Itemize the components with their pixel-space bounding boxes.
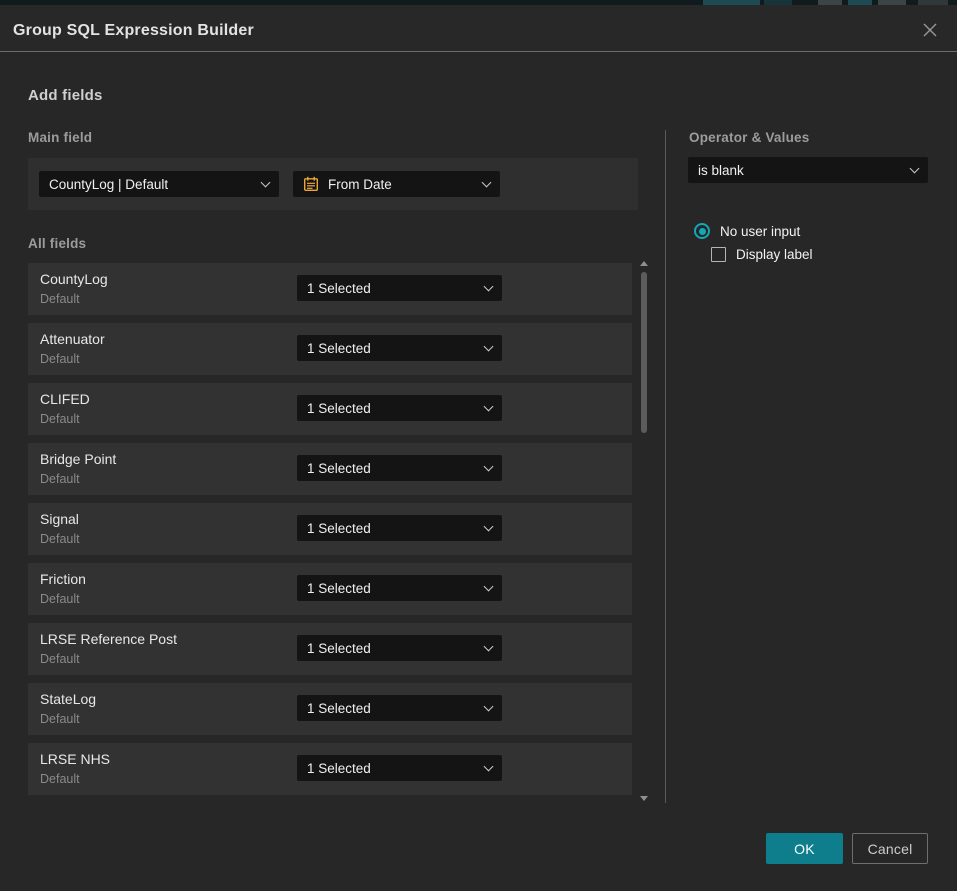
field-selected-dropdown[interactable]: 1 Selected	[297, 635, 502, 661]
field-selected-value: 1 Selected	[307, 281, 485, 296]
field-name: LRSE NHS	[40, 751, 110, 767]
field-selected-value: 1 Selected	[307, 641, 485, 656]
field-selected-dropdown[interactable]: 1 Selected	[297, 695, 502, 721]
field-selected-dropdown[interactable]: 1 Selected	[297, 515, 502, 541]
panel-divider	[665, 130, 666, 803]
close-button[interactable]	[919, 19, 941, 41]
dialog-titlebar: Group SQL Expression Builder	[0, 5, 957, 52]
field-subtitle: Default	[40, 472, 80, 486]
dialog-title: Group SQL Expression Builder	[13, 22, 254, 40]
scroll-up-icon[interactable]	[640, 261, 648, 266]
field-row: LRSE Reference Post Default 1 Selected	[28, 623, 632, 675]
main-field-label: Main field	[28, 130, 92, 145]
field-subtitle: Default	[40, 292, 80, 306]
chevron-down-icon	[484, 521, 494, 531]
field-row: LRSE NHS Default 1 Selected	[28, 743, 632, 795]
field-name: CountyLog	[40, 271, 108, 287]
chevron-down-icon	[484, 581, 494, 591]
field-row: CLIFED Default 1 Selected	[28, 383, 632, 435]
no-user-input-label: No user input	[720, 224, 800, 239]
scroll-down-icon[interactable]	[640, 796, 648, 801]
field-selected-value: 1 Selected	[307, 461, 485, 476]
field-name: Attenuator	[40, 331, 105, 347]
chevron-down-icon	[484, 281, 494, 291]
display-label-label: Display label	[736, 247, 813, 262]
field-row: Signal Default 1 Selected	[28, 503, 632, 555]
operator-value: is blank	[698, 163, 911, 178]
field-selected-value: 1 Selected	[307, 761, 485, 776]
field-row: CountyLog Default 1 Selected	[28, 263, 632, 315]
chevron-down-icon	[482, 177, 492, 187]
chevron-down-icon	[484, 761, 494, 771]
field-selected-dropdown[interactable]: 1 Selected	[297, 395, 502, 421]
all-fields-scrollbar[interactable]	[640, 261, 648, 801]
main-field-field-dropdown[interactable]: From Date	[293, 171, 500, 197]
field-name: Bridge Point	[40, 451, 116, 467]
ok-button[interactable]: OK	[766, 833, 843, 864]
field-row: Bridge Point Default 1 Selected	[28, 443, 632, 495]
field-selected-value: 1 Selected	[307, 401, 485, 416]
field-selected-value: 1 Selected	[307, 581, 485, 596]
field-selected-dropdown[interactable]: 1 Selected	[297, 755, 502, 781]
chevron-down-icon	[484, 341, 494, 351]
field-name: StateLog	[40, 691, 96, 707]
field-selected-value: 1 Selected	[307, 341, 485, 356]
main-field-field-value: From Date	[328, 177, 483, 192]
chevron-down-icon	[484, 641, 494, 651]
all-fields-label: All fields	[28, 236, 86, 251]
main-field-source-value: CountyLog | Default	[49, 177, 262, 192]
field-subtitle: Default	[40, 352, 80, 366]
field-selected-dropdown[interactable]: 1 Selected	[297, 575, 502, 601]
chevron-down-icon	[484, 701, 494, 711]
main-field-source-dropdown[interactable]: CountyLog | Default	[39, 171, 279, 197]
checkbox-icon[interactable]	[711, 247, 726, 262]
close-icon	[922, 22, 938, 38]
display-label-option[interactable]: Display label	[711, 247, 813, 262]
field-row: Attenuator Default 1 Selected	[28, 323, 632, 375]
scrollbar-thumb[interactable]	[641, 272, 647, 433]
field-subtitle: Default	[40, 652, 80, 666]
radio-dot	[699, 228, 706, 235]
operator-dropdown[interactable]: is blank	[688, 157, 928, 183]
field-selected-dropdown[interactable]: 1 Selected	[297, 275, 502, 301]
field-selected-dropdown[interactable]: 1 Selected	[297, 335, 502, 361]
field-subtitle: Default	[40, 532, 80, 546]
field-subtitle: Default	[40, 712, 80, 726]
field-selected-value: 1 Selected	[307, 701, 485, 716]
field-subtitle: Default	[40, 412, 80, 426]
field-selected-value: 1 Selected	[307, 521, 485, 536]
add-fields-heading: Add fields	[28, 87, 103, 104]
field-subtitle: Default	[40, 772, 80, 786]
cancel-button[interactable]: Cancel	[852, 833, 928, 864]
main-field-bar: CountyLog | Default From Date	[28, 158, 638, 210]
no-user-input-option[interactable]: No user input	[694, 223, 800, 239]
chevron-down-icon	[261, 177, 271, 187]
radio-button-icon[interactable]	[694, 223, 710, 239]
field-row: StateLog Default 1 Selected	[28, 683, 632, 735]
field-name: Friction	[40, 571, 86, 587]
field-name: Signal	[40, 511, 79, 527]
chevron-down-icon	[484, 401, 494, 411]
chevron-down-icon	[484, 461, 494, 471]
field-name: LRSE Reference Post	[40, 631, 177, 647]
field-row: Friction Default 1 Selected	[28, 563, 632, 615]
calendar-icon	[303, 176, 319, 192]
field-selected-dropdown[interactable]: 1 Selected	[297, 455, 502, 481]
field-subtitle: Default	[40, 592, 80, 606]
operator-values-heading: Operator & Values	[689, 130, 809, 145]
field-name: CLIFED	[40, 391, 90, 407]
chevron-down-icon	[910, 163, 920, 173]
